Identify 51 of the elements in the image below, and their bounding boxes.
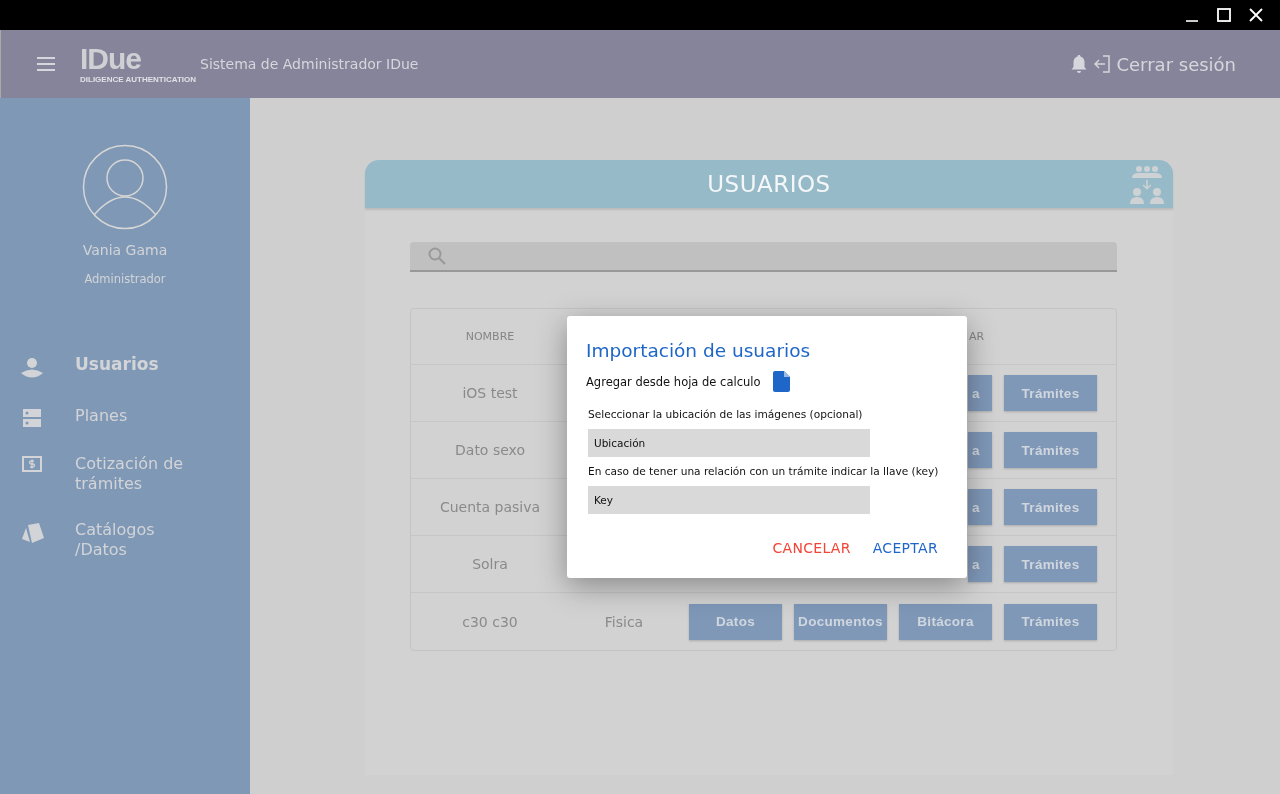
menu-icon[interactable]	[36, 56, 56, 72]
sidebar-item[interactable]: Catálogos /Datos	[0, 520, 250, 560]
dollar-bill-icon	[21, 456, 42, 472]
action-button[interactable]: Trámites	[1004, 375, 1097, 411]
action-button[interactable]: Trámites	[1004, 489, 1097, 525]
action-button[interactable]: Documentos	[794, 603, 887, 640]
avatar-icon	[82, 144, 168, 230]
bell-icon[interactable]	[1070, 54, 1089, 74]
user-icon	[19, 356, 44, 380]
action-button[interactable]: Trámites	[1004, 603, 1097, 640]
table-cell: Fisica	[604, 613, 644, 630]
close-icon[interactable]	[1248, 7, 1264, 23]
sidebar-item[interactable]: Planes	[0, 406, 250, 428]
table-cell-text: c30 c30	[461, 613, 519, 630]
cancel-button[interactable]: CANCELAR	[772, 540, 851, 556]
logo-tagline: DILIGENCE AUTHENTICATION	[80, 75, 196, 84]
action-button[interactable]: a	[968, 546, 992, 582]
action-button[interactable]: Trámites	[1004, 546, 1097, 582]
dialog-title: Importación de usuarios	[586, 340, 812, 361]
field-label: En caso de tener una relación con un trámite indicar la llave (key)	[588, 465, 939, 477]
sidebar-item[interactable]: Usuarios	[0, 354, 250, 380]
search-icon	[428, 247, 446, 265]
input-field[interactable]: Ubicación	[588, 429, 870, 457]
file-icon[interactable]	[772, 371, 790, 392]
table-cell-text: Cuenta pasiva	[438, 499, 542, 515]
logout-button[interactable]: Cerrar sesión	[1094, 53, 1236, 75]
column-header: AR	[969, 330, 985, 343]
action-button[interactable]: Datos	[689, 603, 782, 640]
logo: IDue	[80, 44, 141, 74]
user-role: Administrador	[84, 272, 166, 286]
table-cell-text: iOS test	[461, 385, 519, 401]
search-field[interactable]	[410, 242, 1117, 272]
action-button[interactable]: Trámites	[1004, 432, 1097, 468]
table-cell-text: Solra	[471, 556, 509, 572]
logout-icon	[1094, 54, 1113, 74]
field-label: Seleccionar la ubicación de las imágenes (opcional)	[588, 408, 863, 420]
user-name: Vania Gama	[82, 242, 168, 258]
spreadsheet-label: Agregar desde hoja de calculo	[586, 374, 761, 389]
server-icon	[21, 408, 42, 428]
action-button[interactable]: Bitácora	[899, 603, 992, 640]
column-header: NOMBRE	[464, 330, 516, 343]
app-title: Sistema de Administrador IDue	[200, 56, 419, 72]
input-field[interactable]: Key	[588, 486, 870, 514]
accept-button[interactable]: ACEPTAR	[872, 540, 938, 556]
sidebar-item[interactable]: Cotización de trámites	[0, 454, 250, 494]
action-button[interactable]: a	[968, 375, 992, 411]
action-button[interactable]: a	[968, 489, 992, 525]
maximize-icon[interactable]	[1216, 7, 1232, 23]
table-cell-text: Dato sexo	[454, 442, 526, 458]
action-button[interactable]: a	[968, 432, 992, 468]
card-title: USUARIOS	[707, 171, 831, 197]
